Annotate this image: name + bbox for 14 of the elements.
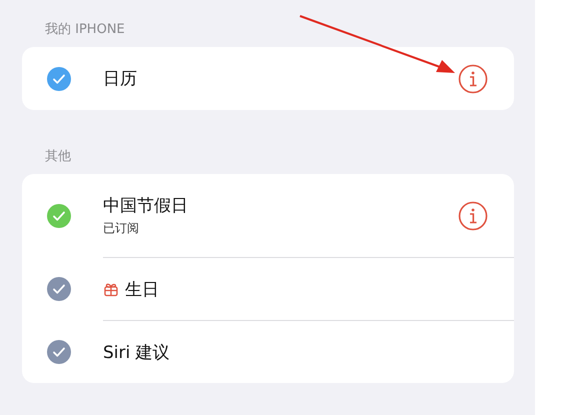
calendar-name: Siri 建议: [103, 342, 170, 364]
calendar-name: 中国节假日: [103, 195, 188, 217]
checkbox[interactable]: [47, 340, 71, 364]
info-icon[interactable]: [458, 200, 488, 230]
calendar-status: 已订阅: [103, 220, 140, 237]
info-icon[interactable]: [458, 64, 488, 94]
checkbox[interactable]: [47, 204, 71, 228]
calendar-name: 生日: [125, 278, 159, 300]
section-header: 其他: [44, 148, 72, 166]
checkbox[interactable]: [47, 66, 71, 90]
section-header: 我的 IPHONE: [44, 21, 126, 39]
calendar-name: 日历: [103, 68, 137, 90]
gift-icon: [103, 281, 119, 297]
checkbox[interactable]: [47, 276, 71, 300]
